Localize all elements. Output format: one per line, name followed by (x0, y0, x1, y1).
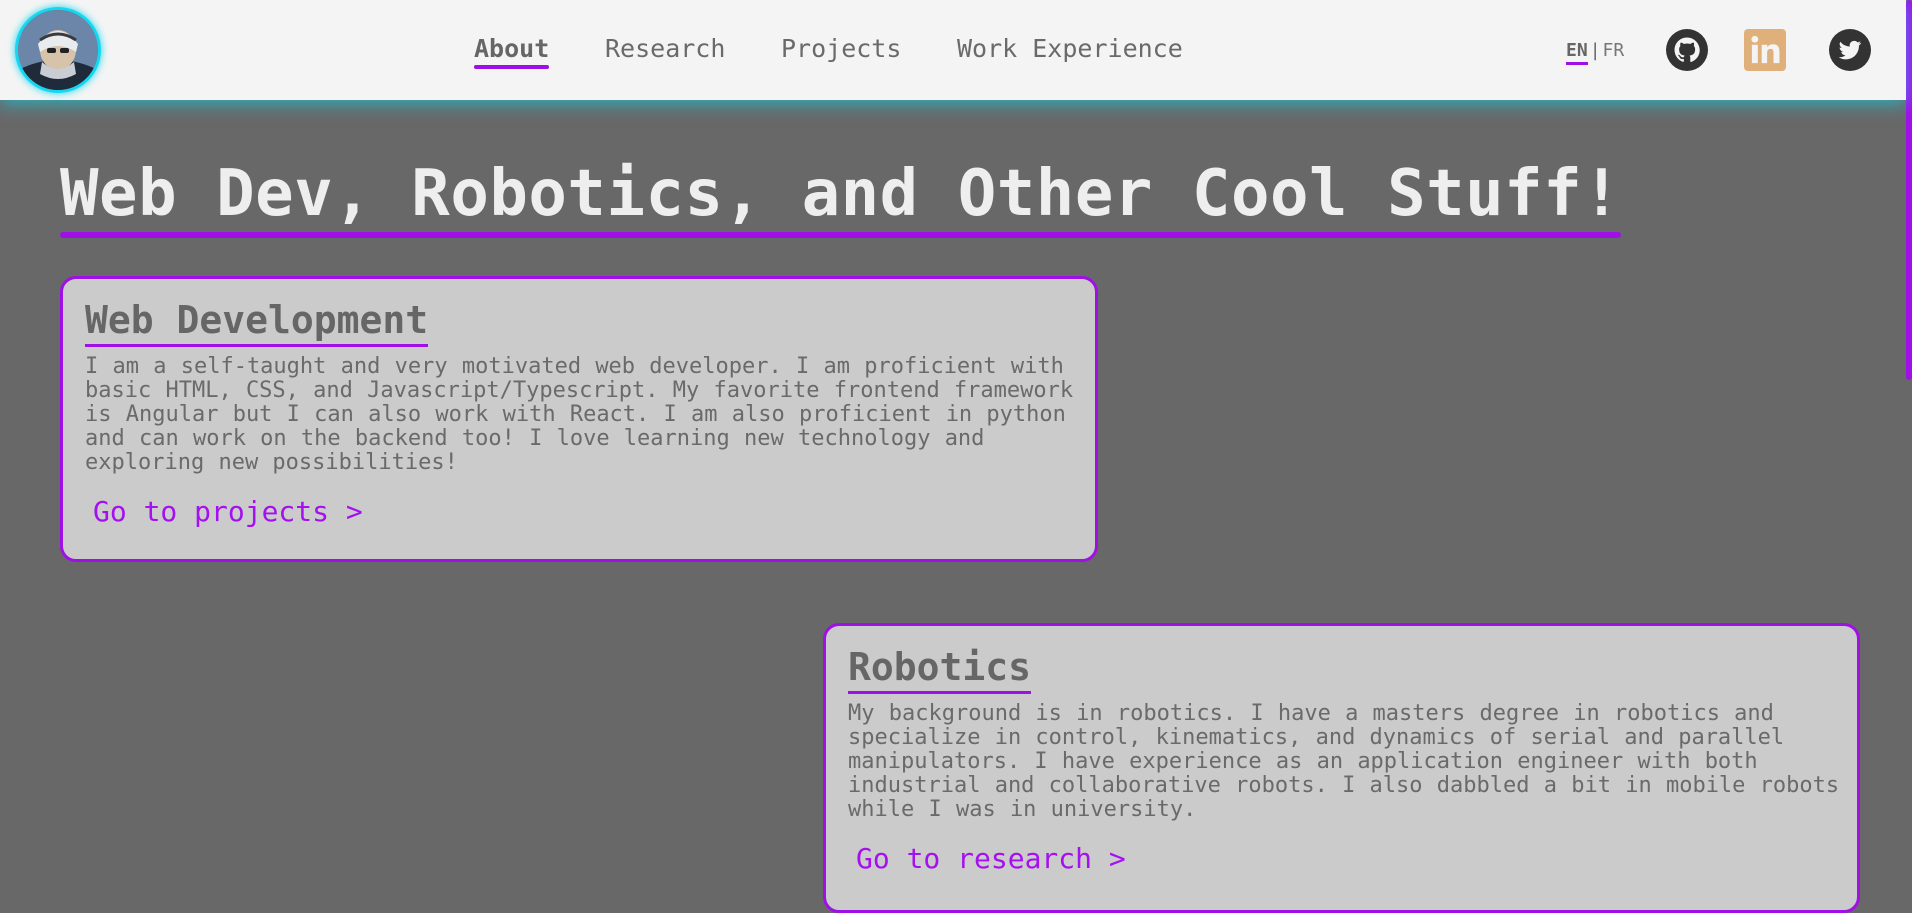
linkedin-icon[interactable] (1744, 29, 1786, 71)
avatar-photo (18, 10, 98, 90)
nav-work-experience[interactable]: Work Experience (957, 34, 1183, 63)
nav-research[interactable]: Research (605, 34, 725, 63)
card-body: My background is in robotics. I have a m… (848, 701, 1840, 822)
card-body: I am a self-taught and very motivated we… (85, 354, 1074, 475)
site-header: About Research Projects Work Experience … (0, 0, 1906, 100)
avatar[interactable] (18, 10, 98, 90)
go-to-research-link[interactable]: Go to research > (856, 842, 1126, 875)
lang-separator: | (1589, 40, 1601, 61)
lang-fr[interactable]: FR (1603, 40, 1625, 61)
card-web-development: Web Development I am a self-taught and v… (60, 276, 1098, 562)
nav-about[interactable]: About (474, 34, 550, 69)
go-to-projects-link[interactable]: Go to projects > (93, 495, 363, 528)
card-title: Web Development (85, 298, 429, 347)
github-icon[interactable] (1666, 29, 1708, 71)
card-robotics: Robotics My background is in robotics. I… (823, 623, 1860, 913)
language-switcher: EN | FR (1566, 40, 1624, 61)
card-title: Robotics (848, 645, 1032, 694)
scrollbar-thumb[interactable] (1906, 0, 1912, 380)
lang-en[interactable]: EN (1566, 40, 1588, 61)
nav-projects[interactable]: Projects (781, 34, 901, 63)
twitter-icon[interactable] (1829, 29, 1871, 71)
page-title: Web Dev, Robotics, and Other Cool Stuff! (60, 157, 1622, 238)
